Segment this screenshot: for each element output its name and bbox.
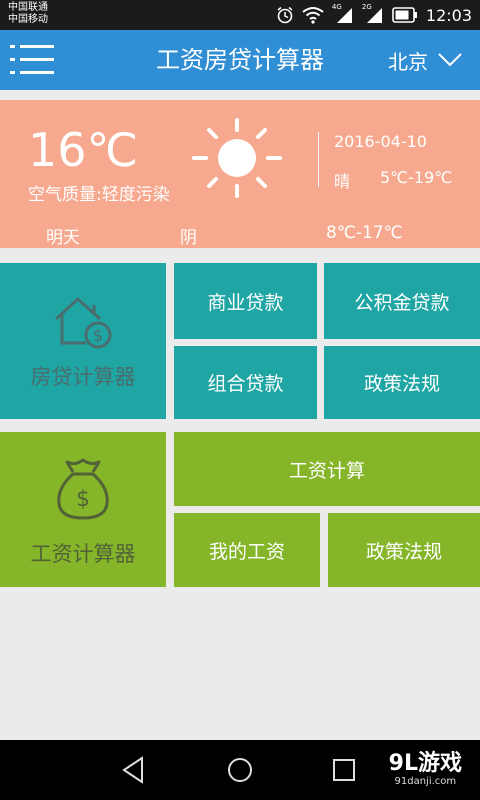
commercial-loan-label: 商业贷款 [207, 291, 284, 314]
signal-4g: 4G [332, 3, 354, 24]
carrier-2: 中国移动 [8, 14, 48, 25]
signal-icon [336, 8, 352, 23]
weather-divider [318, 132, 319, 187]
sun-icon [192, 118, 282, 198]
mortgage-calculator-tile[interactable]: $ 房贷计算器 [0, 263, 166, 419]
money-bag-icon: $ [57, 458, 109, 520]
status-time: 12:03 [425, 5, 472, 25]
provident-fund-loan-tile[interactable]: 公积金贷款 [324, 263, 480, 339]
svg-text:$: $ [93, 326, 103, 345]
mortgage-policy-tile[interactable]: 政策法规 [324, 346, 480, 419]
city-selector[interactable]: 北京 [388, 30, 462, 90]
alarm-icon [277, 6, 293, 24]
salary-calculator-label: 工资计算器 [30, 542, 136, 566]
wifi-icon [302, 7, 324, 24]
status-bar: 中国联通 中国移动 4G 2G 12:03 [0, 0, 480, 30]
status-icons: 4G 2G 12:03 [276, 3, 472, 26]
tomorrow-condition: 阴 [180, 228, 197, 248]
carrier-1: 中国联通 [8, 2, 48, 13]
mortgage-policy-label: 政策法规 [363, 373, 440, 395]
app-bar: 工资房贷计算器 北京 [0, 30, 480, 90]
back-icon[interactable] [116, 752, 152, 788]
watermark: 9L游戏 91danji.com [389, 752, 462, 788]
tomorrow-temp-range: 8℃-17℃ [326, 223, 403, 243]
mortgage-calculator-label: 房贷计算器 [30, 365, 136, 389]
chevron-down-icon [438, 53, 462, 67]
salary-policy-label: 政策法规 [365, 540, 442, 563]
home-icon[interactable] [222, 752, 258, 788]
commercial-loan-tile[interactable]: 商业贷款 [174, 263, 317, 339]
salary-calc-label: 工资计算 [288, 459, 365, 482]
salary-calculator-tile[interactable]: $ 工资计算器 [0, 432, 166, 587]
city-label: 北京 [388, 49, 428, 74]
watermark-logo: 9L游戏 [388, 751, 462, 776]
signal-icon-2 [366, 8, 382, 23]
signal-2g: 2G [362, 3, 384, 24]
weather-condition: 晴 [334, 172, 351, 191]
air-quality: 空气质量:轻度污染 [28, 185, 170, 205]
weather-temp-range: 5℃-19℃ [380, 168, 453, 187]
my-salary-label: 我的工资 [208, 540, 285, 563]
my-salary-tile[interactable]: 我的工资 [174, 513, 320, 587]
combined-loan-tile[interactable]: 组合贷款 [174, 346, 317, 419]
salary-policy-tile[interactable]: 政策法规 [328, 513, 480, 587]
battery-icon [392, 7, 417, 23]
provident-fund-loan-label: 公积金贷款 [354, 291, 450, 314]
combined-loan-label: 组合贷款 [207, 373, 284, 395]
salary-calc-tile[interactable]: 工资计算 [174, 432, 480, 506]
weather-date: 2016-04-10 [334, 132, 427, 151]
svg-text:$: $ [76, 487, 90, 512]
house-money-icon: $ [54, 296, 112, 349]
tomorrow-label: 明天 [46, 228, 80, 248]
recent-apps-icon[interactable] [326, 752, 362, 788]
carrier-info: 中国联通 中国移动 [8, 2, 48, 26]
current-temperature: 16℃ [28, 123, 139, 177]
watermark-url: 91danji.com [394, 776, 457, 787]
